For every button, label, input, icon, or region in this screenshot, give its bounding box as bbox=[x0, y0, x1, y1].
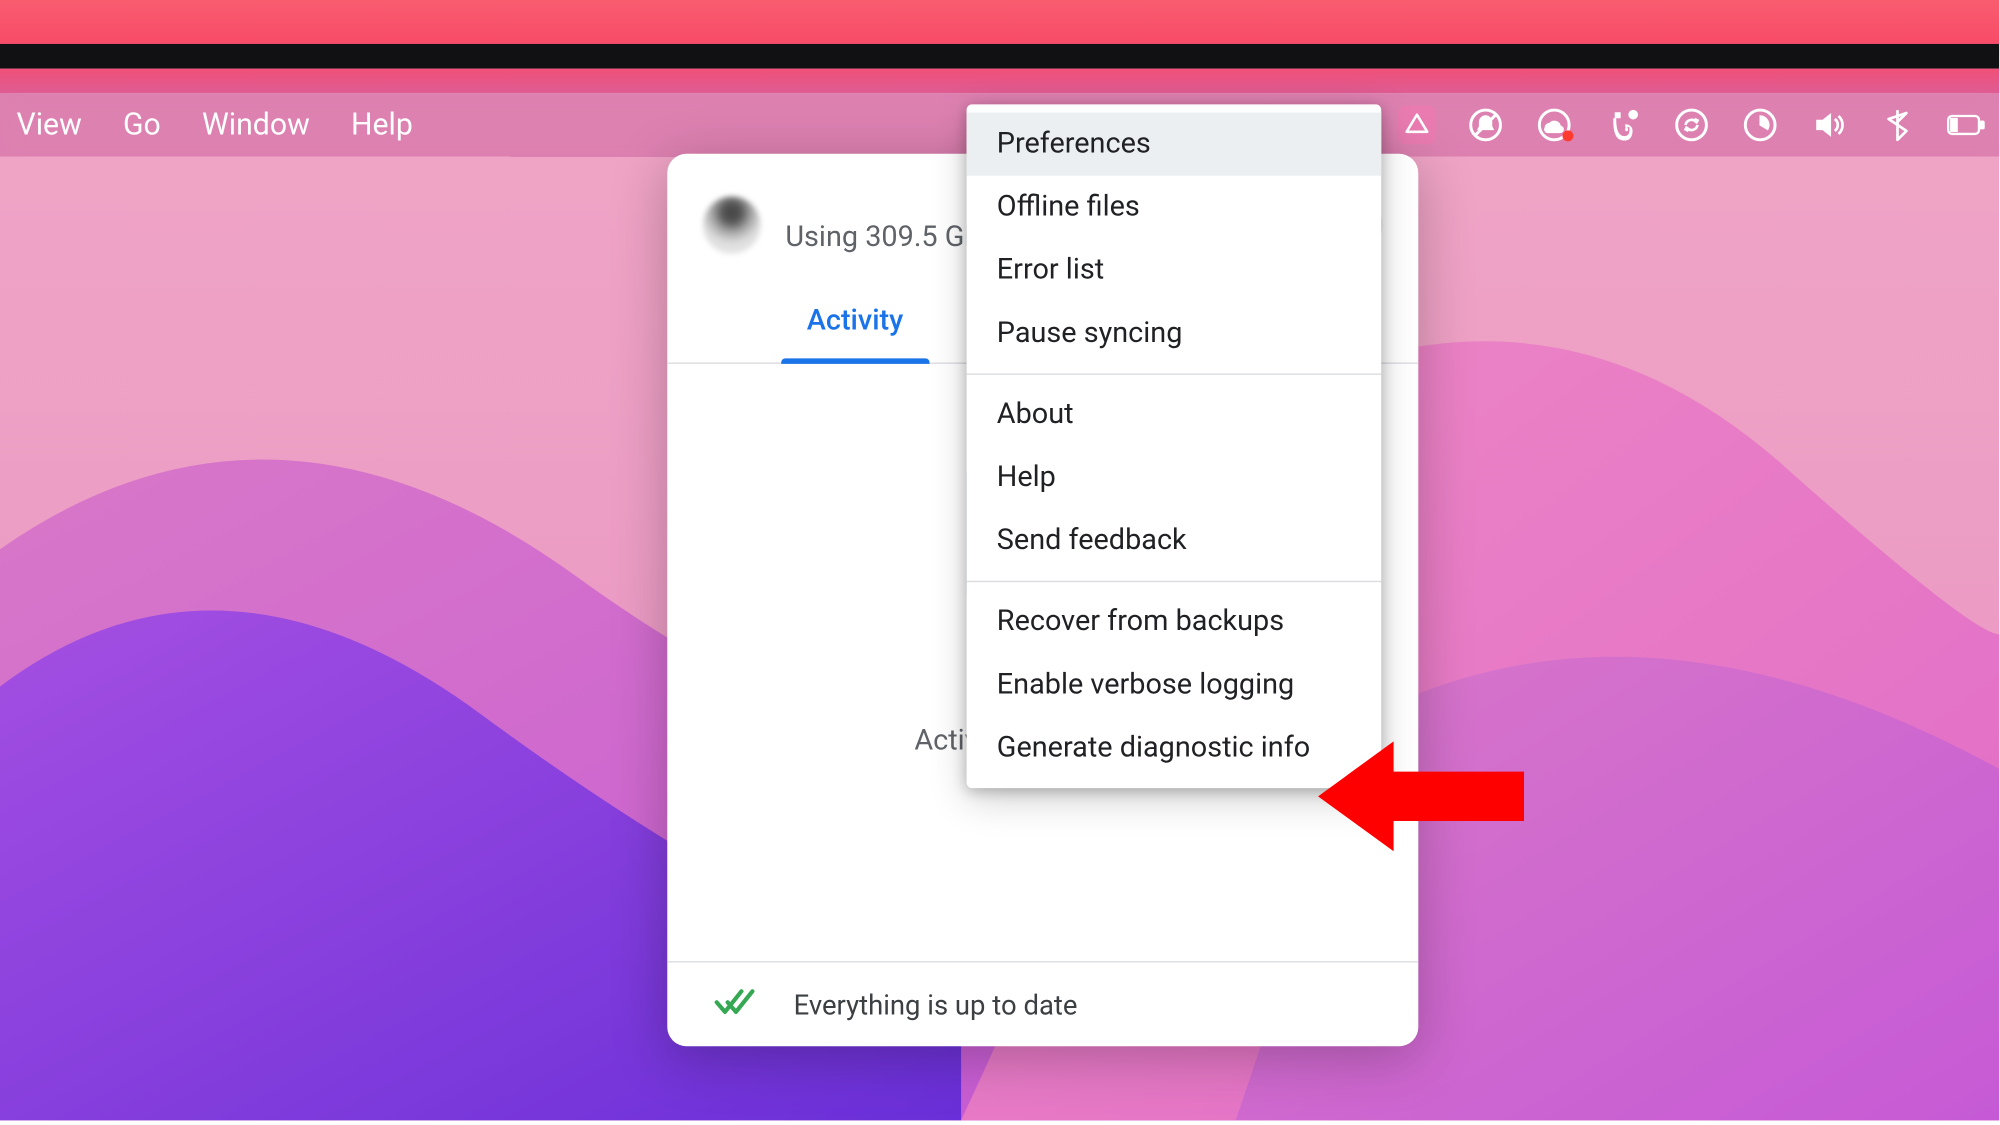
status-footer: Everything is up to date bbox=[667, 961, 1418, 1046]
google-drive-menubar-icon[interactable] bbox=[1398, 106, 1436, 144]
menu-go[interactable]: Go bbox=[123, 108, 161, 142]
notifications-muted-icon[interactable] bbox=[1466, 106, 1504, 144]
top-band bbox=[0, 0, 1999, 44]
settings-dropdown: Preferences Offline files Error list Pau… bbox=[967, 104, 1382, 788]
double-check-icon bbox=[714, 987, 758, 1023]
annotation-arrow bbox=[1318, 728, 1538, 865]
menu-about[interactable]: About bbox=[967, 383, 1382, 446]
evernote-icon[interactable] bbox=[1604, 106, 1642, 144]
menu-window[interactable]: Window bbox=[202, 108, 310, 142]
menu-error-list[interactable]: Error list bbox=[967, 239, 1382, 302]
bluetooth-icon[interactable] bbox=[1878, 106, 1916, 144]
battery-icon[interactable] bbox=[1947, 106, 1985, 144]
menu-offline-files[interactable]: Offline files bbox=[967, 176, 1382, 239]
menu-help[interactable]: Help bbox=[351, 108, 413, 142]
menu-send-feedback[interactable]: Send feedback bbox=[967, 509, 1382, 572]
menu-separator bbox=[967, 373, 1382, 374]
user-avatar[interactable] bbox=[703, 196, 761, 254]
menu-preferences[interactable]: Preferences bbox=[967, 113, 1382, 176]
menu-recover-from-backups[interactable]: Recover from backups bbox=[967, 590, 1382, 653]
pink-bar bbox=[0, 69, 1999, 94]
menu-pause-syncing[interactable]: Pause syncing bbox=[967, 302, 1382, 365]
volume-icon[interactable] bbox=[1810, 106, 1848, 144]
sync-icon[interactable] bbox=[1672, 106, 1710, 144]
menu-view[interactable]: View bbox=[16, 108, 81, 142]
cleanmymac-icon[interactable] bbox=[1741, 106, 1779, 144]
black-bar bbox=[0, 44, 1999, 69]
status-text: Everything is up to date bbox=[794, 988, 1078, 1021]
status-icons bbox=[1398, 106, 1988, 144]
weather-icon[interactable] bbox=[1535, 106, 1573, 144]
menu-help[interactable]: Help bbox=[967, 446, 1382, 509]
menu-separator bbox=[967, 581, 1382, 582]
menu-enable-verbose-logging[interactable]: Enable verbose logging bbox=[967, 654, 1382, 717]
